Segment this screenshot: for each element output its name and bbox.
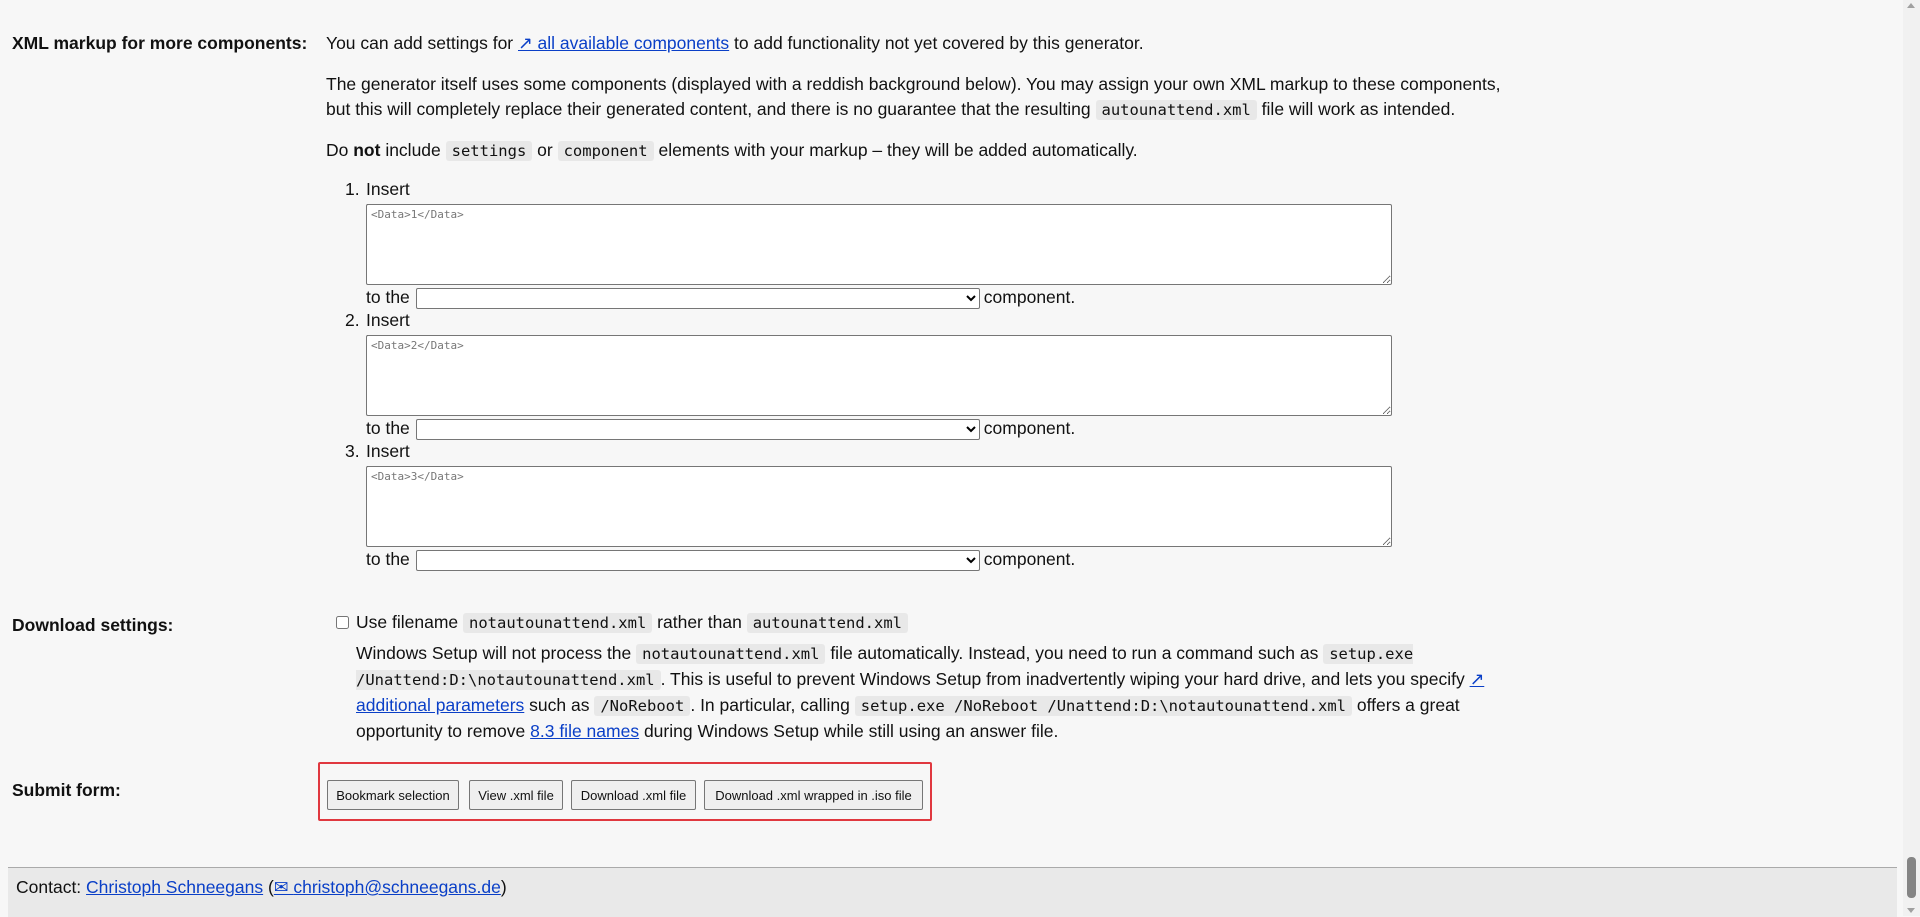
download-settings-label: Download settings:: [12, 615, 174, 635]
file-names-83-link[interactable]: 8.3 file names: [530, 721, 639, 741]
component-select-1[interactable]: [415, 287, 980, 309]
footer: Contact: Christoph Schneegans (✉ christo…: [8, 867, 1897, 917]
code-notautounattend: notautounattend.xml: [463, 613, 653, 633]
download-xml-button[interactable]: Download .xml file: [571, 780, 696, 810]
submit-form-label: Submit form:: [12, 780, 121, 800]
intro-paragraph: You can add settings for ↗ all available…: [326, 33, 1144, 53]
page-scrollbar[interactable]: [1903, 0, 1920, 916]
xml-markup-textarea-3[interactable]: [366, 466, 1392, 547]
scrollbar-thumb[interactable]: [1907, 857, 1916, 898]
download-description: Windows Setup will not process the notau…: [356, 643, 1485, 741]
code-settings: settings: [445, 141, 533, 161]
use-filename-label[interactable]: Use filename notautounattend.xml rather …: [356, 610, 1516, 636]
component-select-2[interactable]: [415, 418, 980, 440]
all-components-link[interactable]: ↗ all available components: [518, 33, 729, 53]
contact-line: Contact: Christoph Schneegans (✉ christo…: [16, 877, 507, 897]
code-component: component: [557, 141, 654, 161]
component-select-3[interactable]: [415, 549, 980, 571]
use-notautounattend-checkbox[interactable]: [336, 616, 349, 629]
do-not-include-paragraph: Do not include settings or component ele…: [326, 140, 1138, 161]
xml-markup-textarea-1[interactable]: [366, 204, 1392, 285]
view-xml-button[interactable]: View .xml file: [469, 780, 563, 810]
scroll-up-icon[interactable]: [1907, 3, 1915, 8]
reddish-note-paragraph: The generator itself uses some component…: [326, 74, 1501, 120]
download-iso-button[interactable]: Download .xml wrapped in .iso file: [704, 780, 923, 810]
xml-markup-intro: You can add settings for ↗ all available…: [326, 31, 1516, 56]
code-autounattend: autounattend.xml: [1095, 100, 1257, 120]
scroll-down-icon[interactable]: [1907, 908, 1915, 913]
xml-markup-textarea-2[interactable]: [366, 335, 1392, 416]
code-autounattend: autounattend.xml: [746, 613, 908, 633]
email-link[interactable]: ✉ christoph@schneegans.de: [274, 877, 501, 897]
author-link[interactable]: Christoph Schneegans: [86, 877, 263, 897]
envelope-icon: ✉: [273, 877, 289, 897]
bookmark-selection-button[interactable]: Bookmark selection: [327, 780, 459, 810]
xml-markup-label: XML markup for more components:: [12, 33, 308, 53]
